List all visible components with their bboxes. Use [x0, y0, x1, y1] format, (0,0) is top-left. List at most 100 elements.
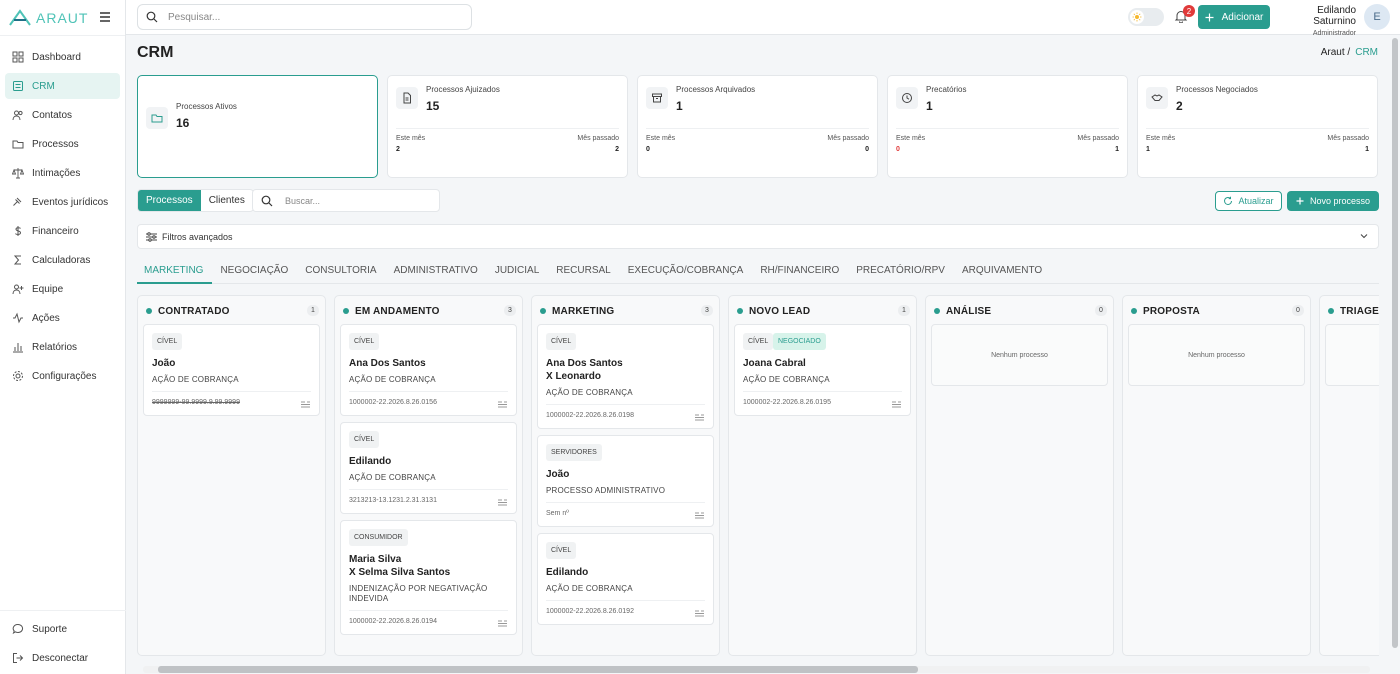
- card-menu-icon[interactable]: [695, 414, 704, 421]
- refresh-button[interactable]: Atualizar: [1215, 191, 1282, 211]
- column-title: PROPOSTA: [1143, 305, 1200, 317]
- sidebar-item-processos[interactable]: Processos: [5, 131, 120, 157]
- tab-6[interactable]: EXECUÇÃO/COBRANÇA: [621, 259, 753, 284]
- card-menu-icon[interactable]: [498, 499, 507, 506]
- sidebar-item-acoes[interactable]: Ações: [5, 305, 120, 331]
- process-type: AÇÃO DE COBRANÇA: [743, 375, 830, 384]
- sidebar-item-suporte[interactable]: Suporte: [5, 616, 121, 642]
- stat-last-month-label: Mês passado: [577, 135, 619, 142]
- stat-this-month-label: Este mês: [396, 135, 426, 142]
- card-menu-icon[interactable]: [498, 401, 507, 408]
- process-card[interactable]: CÍVEL João AÇÃO DE COBRANÇA 9999999-99.9999…: [143, 324, 320, 416]
- gear-icon: [13, 371, 23, 381]
- sidebar-item-intimacoes[interactable]: Intimações: [5, 160, 120, 186]
- sidebar-item-equipe[interactable]: Equipe: [5, 276, 120, 302]
- sidebar-item-label: Processos: [32, 138, 79, 150]
- sidebar-item-eventos[interactable]: Eventos jurídicos: [5, 189, 120, 215]
- horizontal-scrollbar[interactable]: [143, 666, 1370, 673]
- process-card[interactable]: CONSUMIDOR Maria Silva X Selma Silva Santo…: [340, 520, 517, 635]
- refresh-icon: [1224, 196, 1233, 205]
- segment-clientes[interactable]: Clientes: [201, 190, 253, 211]
- process-card[interactable]: SERVIDORES João PROCESSO ADMINISTRATIVO Sem…: [537, 435, 714, 527]
- user-info[interactable]: Edilando Saturnino Administrador: [1276, 5, 1356, 37]
- card-menu-icon[interactable]: [301, 401, 310, 408]
- stat-card-ativos[interactable]: Processos Ativos 16: [137, 75, 378, 178]
- card-menu-icon[interactable]: [695, 512, 704, 519]
- area-tag: CÍVEL: [546, 333, 577, 350]
- menu-toggle-icon[interactable]: [99, 11, 111, 23]
- stat-value: 15: [426, 99, 440, 113]
- sidebar-item-relatorios[interactable]: Relatórios: [5, 334, 120, 360]
- activity-icon: [13, 312, 23, 324]
- tab-2[interactable]: CONSULTORIA: [298, 259, 385, 284]
- client-name: X Leonardo: [546, 371, 602, 382]
- search-icon: [261, 195, 273, 206]
- sidebar-item-financeiro[interactable]: Financeiro: [5, 218, 120, 244]
- sidebar-item-calculadoras[interactable]: Calculadoras: [5, 247, 120, 273]
- stat-card-precatorios[interactable]: Precatórios 1 Este mês Mês passado 0 1: [887, 75, 1128, 178]
- sidebar-item-desconectar[interactable]: Desconectar: [5, 645, 121, 671]
- process-card[interactable]: CÍVEL Ana Dos Santos AÇÃO DE COBRANÇA 10000…: [340, 324, 517, 416]
- process-number: Sem nº: [546, 510, 569, 517]
- kanban-board: CONTRATADO 1 CÍVEL João AÇÃO DE COBRANÇA 9999…: [137, 295, 1379, 658]
- breadcrumb-root[interactable]: Araut /: [1321, 47, 1350, 58]
- card-menu-icon[interactable]: [892, 401, 901, 408]
- column-count: 3: [504, 305, 516, 316]
- clock-icon: [902, 93, 912, 103]
- theme-toggle[interactable]: [1128, 8, 1164, 26]
- filters-label: Filtros avançados: [162, 231, 233, 242]
- notification-badge: 2: [1183, 5, 1195, 17]
- breadcrumb-current: CRM: [1355, 47, 1378, 58]
- tab-9[interactable]: ARQUIVAMENTO: [955, 259, 1051, 284]
- tab-8[interactable]: PRECATÓRIO/RPV: [849, 259, 954, 284]
- board-search-input[interactable]: Buscar...: [252, 189, 440, 212]
- main-content: CRM Araut / CRM Processos Ativos 16 Proce…: [126, 35, 1400, 674]
- user-name: Edilando Saturnino: [1313, 5, 1356, 27]
- search-icon: [146, 11, 158, 23]
- stat-card-arquivados[interactable]: Processos Arquivados 1 Este mês Mês pass…: [637, 75, 878, 178]
- tab-5[interactable]: RECURSAL: [549, 259, 619, 284]
- process-number: 9999999-99.9999.9.99.9999: [152, 399, 240, 406]
- sidebar-item-configuracoes[interactable]: Configurações: [5, 363, 120, 389]
- stat-value: 1: [926, 99, 933, 113]
- card-menu-icon[interactable]: [498, 620, 507, 627]
- segment-processos[interactable]: Processos: [138, 190, 201, 211]
- sidebar-item-contatos[interactable]: Contatos: [5, 102, 120, 128]
- tab-7[interactable]: RH/FINANCEIRO: [753, 259, 848, 284]
- tab-3[interactable]: ADMINISTRATIVO: [387, 259, 487, 284]
- stat-card-negociados[interactable]: Processos Negociados 2 Este mês Mês pass…: [1137, 75, 1378, 178]
- process-card[interactable]: CÍVEL Edilando AÇÃO DE COBRANÇA 3213213-13.…: [340, 422, 517, 514]
- tab-4[interactable]: JUDICIAL: [488, 259, 548, 284]
- sidebar-item-label: CRM: [32, 80, 55, 92]
- avatar[interactable]: E: [1364, 4, 1390, 30]
- add-button[interactable]: Adicionar: [1198, 5, 1270, 29]
- client-name: Ana Dos Santos: [546, 358, 623, 369]
- process-card[interactable]: CÍVEL Ana Dos Santos X Leonardo AÇÃO DE COB…: [537, 324, 714, 429]
- stat-last-month-label: Mês passado: [1327, 135, 1369, 142]
- sidebar-item-dashboard[interactable]: Dashboard: [5, 44, 120, 70]
- empty-column-placeholder: Nenhum processo: [1128, 324, 1305, 386]
- column-title: TRIAGEM: [1340, 305, 1379, 317]
- card-menu-icon[interactable]: [695, 610, 704, 617]
- stat-this-month-label: Este mês: [1146, 135, 1176, 142]
- logout-icon: [13, 653, 24, 663]
- process-card[interactable]: CÍVEL Edilando AÇÃO DE COBRANÇA 1000002-22.…: [537, 533, 714, 625]
- vertical-scrollbar[interactable]: [1391, 38, 1399, 652]
- column-status-dot: [540, 308, 546, 314]
- area-tag: SERVIDORES: [546, 444, 602, 461]
- process-number: 1000002-22.2026.8.26.0198: [546, 412, 634, 419]
- area-tag: CÍVEL: [546, 542, 577, 559]
- process-card[interactable]: CÍVEL NEGOCIADO Joana Cabral AÇÃO DE COBRAN…: [734, 324, 911, 416]
- stat-card-ajuizados[interactable]: Processos Ajuizados 15 Este mês Mês pass…: [387, 75, 628, 178]
- sidebar-item-crm[interactable]: CRM: [5, 73, 120, 99]
- column-count: 1: [307, 305, 319, 316]
- advanced-filters[interactable]: Filtros avançados: [137, 224, 1379, 249]
- column-status-dot: [934, 308, 940, 314]
- client-name: Edilando: [349, 456, 392, 467]
- plus-icon: [1296, 197, 1304, 205]
- stat-label: Precatórios: [926, 85, 967, 94]
- tab-0[interactable]: MARKETING: [137, 259, 213, 284]
- global-search-input[interactable]: Pesquisar...: [137, 4, 472, 30]
- tab-1[interactable]: NEGOCIAÇÃO: [213, 259, 297, 284]
- new-process-button[interactable]: Novo processo: [1287, 191, 1379, 211]
